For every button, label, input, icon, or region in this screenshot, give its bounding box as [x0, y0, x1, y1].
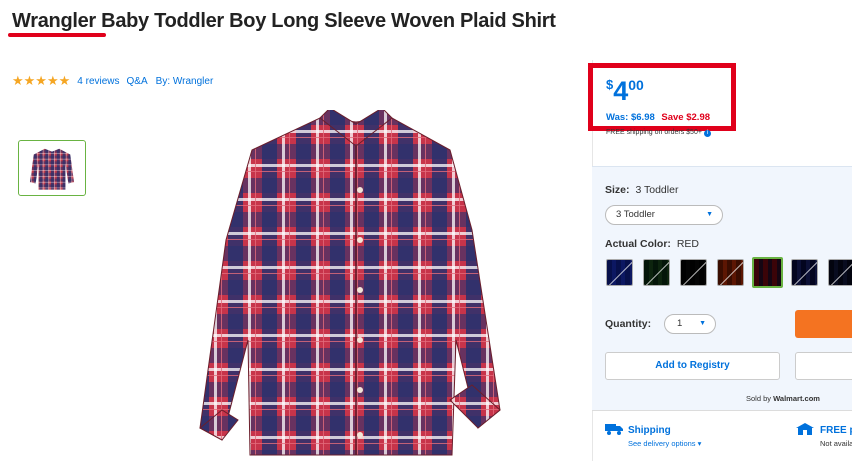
price-dollars: 4 [613, 76, 629, 106]
price-comparison: Was: $6.98 Save $2.98 [606, 112, 710, 123]
swatch-divider [830, 260, 852, 285]
swatch-divider [793, 260, 817, 285]
color-value: RED [676, 238, 700, 250]
color-swatch-red-plaid[interactable] [752, 257, 783, 288]
size-label: Size: 3 Toddler [605, 184, 678, 196]
delivery-options-link[interactable]: See delivery options ▾ [628, 439, 701, 448]
free-shipping-note: FREE shipping on orders $50+ i [606, 129, 711, 137]
brand-link[interactable]: By: Wrangler [156, 76, 214, 87]
add-to-registry-button[interactable]: Add to Registry [605, 352, 780, 380]
shipping-title: Shipping [628, 425, 671, 436]
price-cents: 00 [628, 77, 644, 93]
swatch-divider [608, 260, 632, 285]
qa-link[interactable]: Q&A [127, 76, 148, 87]
color-label-text: Actual Color: [605, 238, 671, 250]
free-shipping-text: FREE shipping on orders $50+ [606, 129, 702, 136]
chevron-down-icon: ▼ [706, 211, 713, 218]
rating-stars-icon[interactable]: ★★★★★ [12, 73, 70, 89]
current-price: $400 [606, 77, 644, 105]
reviews-link[interactable]: 4 reviews [77, 76, 119, 87]
chevron-down-icon: ▼ [699, 320, 706, 327]
color-label: Actual Color: RED [605, 238, 699, 250]
save-amount: Save $2.98 [661, 112, 711, 123]
product-thumbnail[interactable] [18, 140, 86, 196]
product-title: Wrangler Baby Toddler Boy Long Sleeve Wo… [12, 10, 556, 32]
pickup-title: FREE pickup [820, 425, 852, 436]
quantity-value: 1 [677, 318, 683, 329]
product-main-image[interactable] [160, 110, 510, 460]
sold-by-prefix: Sold by [746, 394, 772, 403]
price-box: $400 Was: $6.98 Save $2.98 [588, 63, 736, 131]
info-icon[interactable]: i [703, 130, 711, 137]
sold-by: Sold by Walmart.com [746, 394, 820, 403]
color-swatch-black-plaid[interactable] [680, 259, 707, 286]
color-swatch-dark-plaid[interactable] [828, 259, 852, 286]
color-swatch-brown-plaid[interactable] [717, 259, 744, 286]
fulfillment-divider [592, 410, 852, 411]
color-swatch-green-plaid[interactable] [643, 259, 670, 286]
swatch-divider [719, 260, 743, 285]
color-swatch-blue-plaid[interactable] [606, 259, 633, 286]
size-value: 3 Toddler [635, 184, 679, 196]
seller-name[interactable]: Walmart.com [773, 394, 820, 403]
product-meta: ★★★★★ 4 reviews Q&A By: Wrangler [12, 73, 213, 89]
add-to-cart-button[interactable] [795, 310, 852, 338]
quantity-label: Quantity: [605, 318, 652, 330]
add-to-list-button[interactable] [795, 352, 852, 380]
size-select-value: 3 Toddler [616, 209, 655, 220]
color-swatches [606, 257, 852, 288]
size-label-text: Size: [605, 184, 630, 196]
store-icon [796, 423, 814, 435]
quantity-dropdown[interactable]: 1 ▼ [664, 314, 716, 334]
color-swatch-navy-plaid[interactable] [791, 259, 818, 286]
size-dropdown[interactable]: 3 Toddler ▼ [605, 205, 723, 225]
was-price: Was: $6.98 [606, 112, 655, 123]
swatch-divider [645, 260, 669, 285]
swatch-divider [682, 260, 706, 285]
shirt-thumbnail-icon [29, 148, 75, 190]
truck-icon [605, 424, 623, 435]
pickup-availability: Not available [820, 439, 852, 448]
brand-underline [8, 33, 106, 37]
